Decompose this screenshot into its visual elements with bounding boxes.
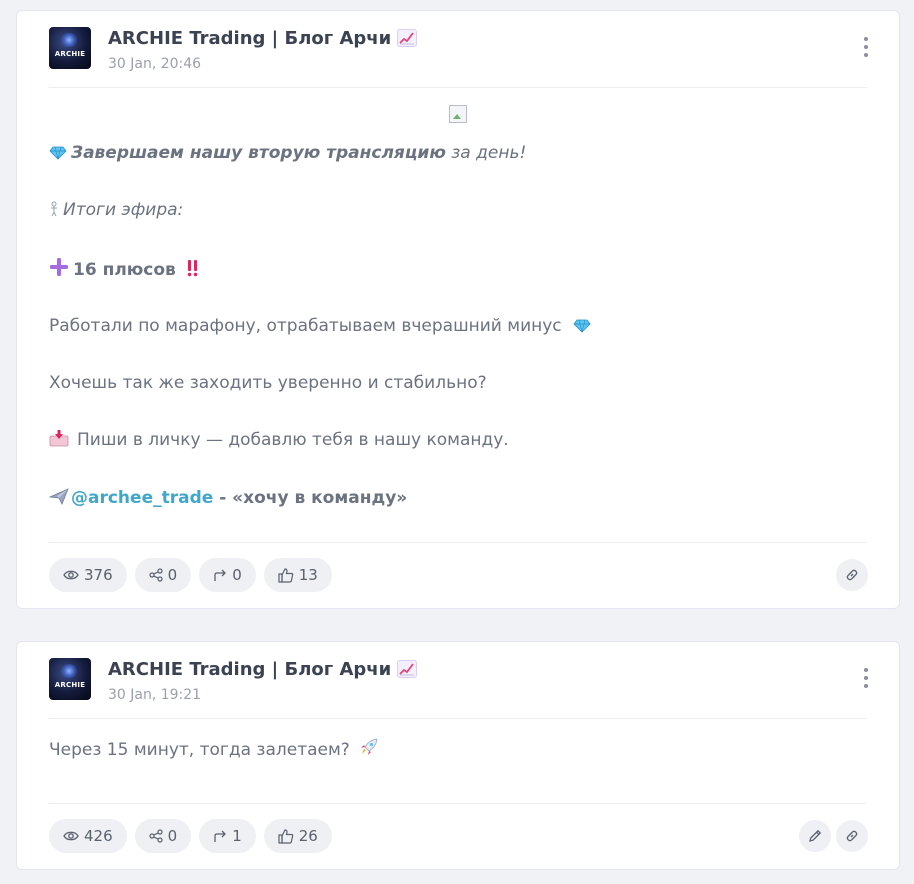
likes-counter[interactable]: 13 <box>263 558 332 592</box>
channel-name-text: ARCHIE Trading | Блог Арчи <box>108 28 392 49</box>
thumbs-up-icon <box>278 829 294 844</box>
channel-name[interactable]: ARCHIE Trading | Блог Арчи <box>108 658 418 682</box>
copy-link-button[interactable] <box>836 559 868 591</box>
post-card: ARCHIE ARCHIE Trading | Блог Арчи 30 Jan… <box>16 10 900 609</box>
post-text-line: Итоги эфира: <box>49 199 183 223</box>
share-icon <box>149 568 163 582</box>
eye-icon <box>63 831 79 841</box>
post-stats: 376 0 0 13 <box>49 558 332 592</box>
link-icon <box>846 830 858 842</box>
eye-icon <box>63 570 79 580</box>
shares-count: 0 <box>167 827 178 845</box>
footer-divider <box>49 803 867 804</box>
post-text-line: Завершаем нашу вторую трансляцию за день… <box>49 142 526 166</box>
copy-link-button[interactable] <box>836 820 868 852</box>
channel-avatar[interactable]: ARCHIE <box>49 27 91 69</box>
shares-counter[interactable]: 0 <box>134 819 192 853</box>
pencil-icon <box>809 829 822 842</box>
chart-increasing-icon <box>397 29 418 47</box>
post-body-text: Через 15 минут, тогда залетаем? <box>49 740 350 760</box>
share-icon <box>149 829 163 843</box>
views-counter[interactable]: 376 <box>49 558 127 592</box>
marathon-text: Работали по марафону, отрабатываем вчера… <box>49 316 562 336</box>
header-divider <box>49 87 867 88</box>
likes-counter[interactable]: 26 <box>263 819 332 853</box>
forwards-count: 0 <box>232 566 242 584</box>
link-icon <box>846 569 858 581</box>
chart-increasing-icon <box>397 660 418 678</box>
gem-icon <box>573 317 591 339</box>
dm-text: Пиши в личку — добавлю тебя в нашу коман… <box>77 430 509 450</box>
header-divider <box>49 718 867 719</box>
more-options-icon[interactable] <box>863 668 869 690</box>
post-headline-tail: за день! <box>445 143 527 163</box>
person-icon <box>49 201 59 223</box>
gem-icon <box>49 144 67 166</box>
channel-avatar[interactable]: ARCHIE <box>49 658 91 700</box>
views-counter[interactable]: 426 <box>49 819 127 853</box>
mention-link[interactable]: @archee_trade <box>71 488 213 508</box>
likes-count: 13 <box>298 566 318 584</box>
more-options-icon[interactable] <box>863 37 869 59</box>
edit-button[interactable] <box>799 820 831 852</box>
post-card: ARCHIE ARCHIE Trading | Блог Арчи 30 Jan… <box>16 641 900 870</box>
avatar-logo-text: ARCHIE <box>54 681 86 689</box>
avatar-logo-graphic <box>60 33 78 47</box>
summary-heading: Итоги эфира: <box>63 200 184 220</box>
thumbs-up-icon <box>278 568 294 583</box>
post-headline: Завершаем нашу вторую трансляцию <box>71 143 446 163</box>
avatar-logo-graphic <box>60 664 78 678</box>
views-count: 426 <box>84 827 113 845</box>
shares-counter[interactable]: 0 <box>134 558 192 592</box>
forwards-count: 1 <box>232 827 242 845</box>
mention-suffix-text: - «хочу в команду» <box>213 488 408 508</box>
plus-count-text: 16 плюсов <box>73 260 176 280</box>
post-timestamp: 30 Jan, 19:21 <box>108 687 202 703</box>
views-count: 376 <box>84 566 113 584</box>
avatar-logo-text: ARCHIE <box>54 50 86 58</box>
post-stats: 426 0 1 26 <box>49 819 332 853</box>
post-text-line: Работали по марафону, отрабатываем вчера… <box>49 315 595 339</box>
inbox-tray-icon <box>49 429 69 453</box>
post-timestamp: 30 Jan, 20:46 <box>108 56 202 72</box>
airplane-icon <box>48 487 69 511</box>
heavy-plus-icon <box>49 257 69 283</box>
post-text-line: 16 плюсов <box>49 257 203 283</box>
post-image-placeholder <box>449 105 467 123</box>
post-text-line: Хочешь так же заходить уверенно и стабил… <box>49 373 487 393</box>
shares-count: 0 <box>167 566 178 584</box>
forward-icon <box>214 830 227 842</box>
double-exclamation-icon <box>187 259 199 283</box>
footer-divider <box>49 542 867 543</box>
post-text-line: @archee_trade - «хочу в команду» <box>48 487 408 511</box>
channel-name[interactable]: ARCHIE Trading | Блог Арчи <box>108 27 418 51</box>
channel-name-text: ARCHIE Trading | Блог Арчи <box>108 659 392 680</box>
forwards-counter[interactable]: 0 <box>199 558 256 592</box>
rocket-icon <box>359 737 379 763</box>
forwards-counter[interactable]: 1 <box>199 819 256 853</box>
likes-count: 26 <box>298 827 318 845</box>
post-text-line: Пиши в личку — добавлю тебя в нашу коман… <box>49 429 509 453</box>
forward-icon <box>214 569 227 581</box>
post-text-line: Через 15 минут, тогда залетаем? <box>49 737 383 763</box>
